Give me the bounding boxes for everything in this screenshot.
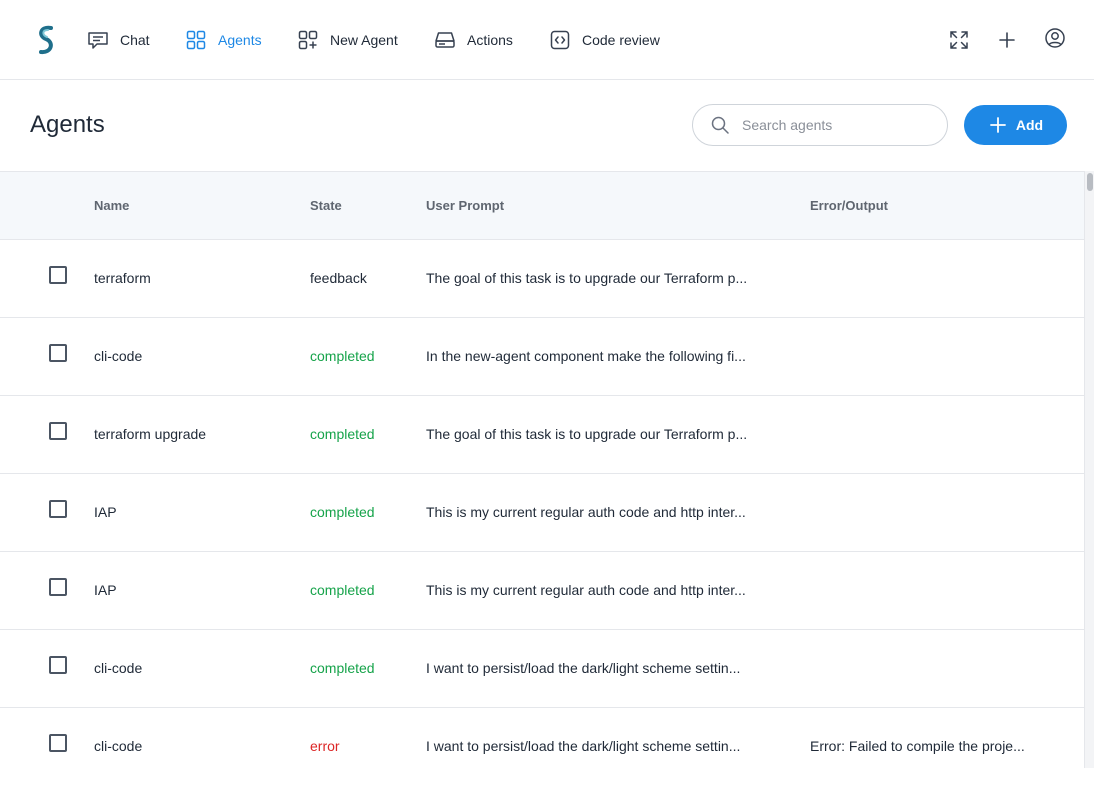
row-checkbox[interactable] (49, 656, 67, 674)
table-header: Name State User Prompt Error/Output (0, 171, 1084, 240)
agent-user-prompt: I want to persist/load the dark/light sc… (426, 660, 741, 676)
app-logo-icon[interactable] (36, 24, 56, 56)
agent-state: error (310, 738, 340, 754)
agent-state: feedback (310, 270, 367, 286)
user-profile-button[interactable] (1042, 25, 1068, 51)
new-item-button[interactable] (994, 27, 1020, 53)
search-input[interactable] (742, 117, 922, 133)
agent-state: completed (310, 426, 375, 442)
agent-name: cli-code (94, 738, 143, 754)
agent-name: terraform upgrade (94, 426, 207, 442)
nav-actions-label: Actions (467, 32, 513, 48)
agent-state: completed (310, 582, 375, 598)
nav-code-review-label: Code review (582, 32, 660, 48)
nav-new-agent[interactable]: New Agent (296, 28, 398, 52)
add-agent-button[interactable]: Add (964, 105, 1067, 145)
top-navigation-bar: Chat Agents New Agent Actions Code revie… (0, 0, 1094, 80)
row-checkbox[interactable] (49, 422, 67, 440)
user-avatar-icon (1045, 28, 1065, 48)
agent-output: Error: Failed to compile the proje... (810, 738, 1025, 754)
agent-user-prompt: This is my current regular auth code and… (426, 582, 746, 598)
nav-new-agent-label: New Agent (330, 32, 398, 48)
agent-user-prompt: The goal of this task is to upgrade our … (426, 426, 748, 442)
agent-state: completed (310, 504, 375, 520)
plus-icon (999, 32, 1015, 48)
table-row[interactable]: terraform upgrade completed The goal of … (0, 396, 1084, 474)
row-checkbox[interactable] (49, 266, 67, 284)
agent-state: completed (310, 660, 375, 676)
agent-user-prompt: I want to persist/load the dark/light sc… (426, 738, 741, 754)
table-row[interactable]: IAP completed This is my current regular… (0, 474, 1084, 552)
plus-icon (989, 117, 1006, 133)
scrollbar-thumb[interactable] (1087, 173, 1093, 191)
agent-user-prompt: This is my current regular auth code and… (426, 504, 746, 520)
table-scrollbar[interactable] (1084, 171, 1094, 768)
search-box[interactable] (692, 104, 948, 146)
row-checkbox[interactable] (49, 500, 67, 518)
agent-name: IAP (94, 582, 117, 598)
agent-user-prompt: In the new-agent component make the foll… (426, 348, 746, 364)
add-button-label: Add (1015, 117, 1044, 133)
row-checkbox[interactable] (49, 578, 67, 596)
search-icon (711, 116, 729, 134)
row-checkbox[interactable] (49, 734, 67, 752)
chat-bubble-icon (88, 32, 108, 49)
nav-agents[interactable]: Agents (184, 28, 262, 52)
agents-table: Name State User Prompt Error/Output terr… (0, 171, 1084, 768)
column-header-user-prompt[interactable]: User Prompt (426, 198, 504, 213)
agent-state: completed (310, 348, 375, 364)
agent-name: cli-code (94, 660, 143, 676)
nav-chat[interactable]: Chat (86, 28, 150, 52)
agent-user-prompt: The goal of this task is to upgrade our … (426, 270, 748, 286)
server-stack-icon (435, 32, 455, 48)
column-header-error-output[interactable]: Error/Output (810, 198, 888, 213)
table-row[interactable]: IAP completed This is my current regular… (0, 552, 1084, 630)
grid-icon (186, 30, 206, 50)
nav-code-review[interactable]: Code review (548, 28, 660, 52)
grid-plus-icon (298, 30, 318, 50)
nav-actions[interactable]: Actions (433, 28, 513, 52)
nav-agents-label: Agents (218, 32, 262, 48)
page-title: Agents (30, 111, 105, 138)
column-header-state[interactable]: State (310, 198, 342, 213)
table-row[interactable]: cli-code completed I want to persist/loa… (0, 630, 1084, 708)
code-brackets-icon (550, 30, 570, 50)
fullscreen-button[interactable] (946, 27, 972, 53)
row-checkbox[interactable] (49, 344, 67, 362)
table-row[interactable]: terraform feedback The goal of this task… (0, 240, 1084, 318)
agent-name: IAP (94, 504, 117, 520)
page-header: Agents Add (0, 81, 1094, 171)
nav-chat-label: Chat (120, 32, 150, 48)
table-row[interactable]: cli-code error I want to persist/load th… (0, 708, 1084, 768)
table-row[interactable]: cli-code completed In the new-agent comp… (0, 318, 1084, 396)
agent-name: cli-code (94, 348, 143, 364)
agent-name: terraform (94, 270, 151, 286)
column-header-name[interactable]: Name (94, 198, 129, 213)
expand-icon (950, 31, 968, 49)
